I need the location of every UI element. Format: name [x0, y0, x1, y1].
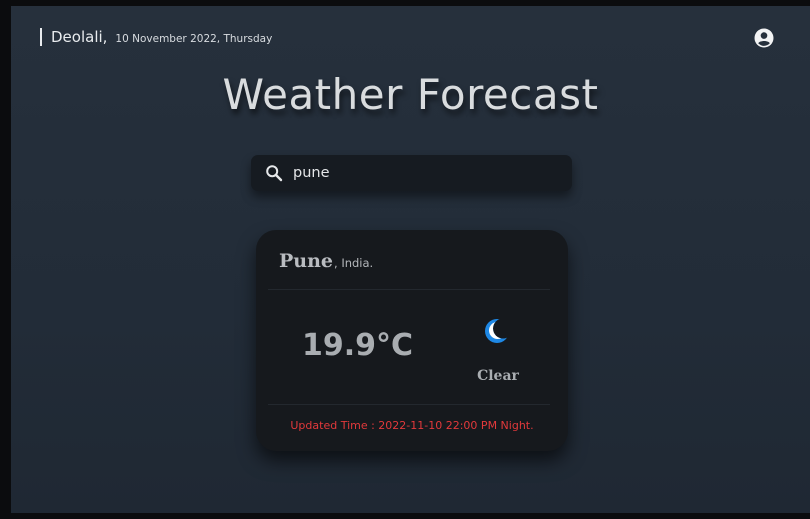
card-city: Pune — [279, 250, 334, 272]
location-divider — [40, 28, 42, 46]
weather-app: Deolali, 10 November 2022, Thursday Weat… — [11, 6, 810, 513]
current-date: 10 November 2022, Thursday — [115, 33, 273, 45]
current-city: Deolali, — [51, 28, 108, 46]
location-header: Deolali, 10 November 2022, Thursday — [40, 28, 272, 46]
moon-icon — [485, 319, 509, 343]
search-bar[interactable] — [251, 155, 572, 191]
card-divider-bottom — [268, 404, 550, 405]
card-divider-top — [268, 289, 550, 290]
user-circle-icon[interactable] — [754, 28, 774, 48]
card-location: Pune , India. — [279, 250, 373, 272]
page-title: Weather Forecast — [222, 70, 599, 119]
card-country: , India. — [334, 256, 374, 270]
weather-condition: Clear — [477, 368, 519, 384]
temperature: 19.9°C — [302, 328, 414, 363]
updated-time: Updated Time : 2022-11-10 22:00 PM Night… — [290, 419, 534, 432]
weather-card: Pune , India. 19.9°C Clear Updated Time … — [256, 230, 568, 451]
search-icon[interactable] — [265, 164, 283, 182]
search-input[interactable] — [291, 164, 555, 182]
